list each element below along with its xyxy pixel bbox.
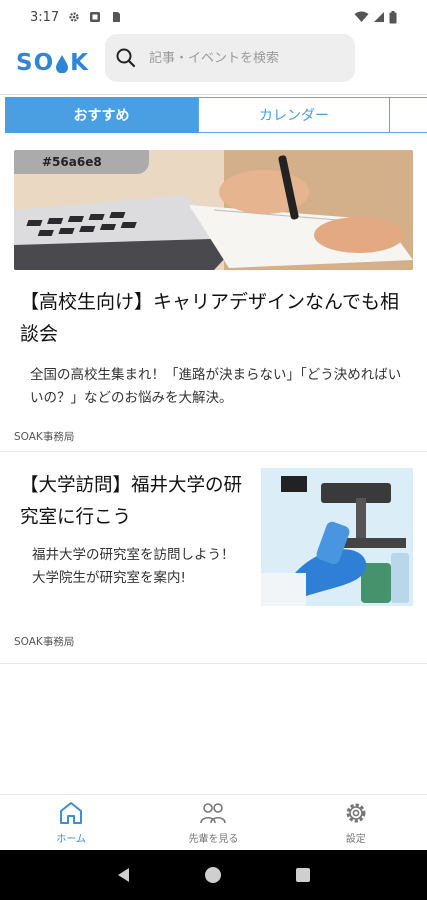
status-time: 3:17 bbox=[30, 9, 60, 25]
screenshot-status-icon bbox=[90, 12, 101, 22]
tab-calendar[interactable]: カレンダー bbox=[198, 97, 390, 133]
nav-home-label: ホーム bbox=[56, 834, 87, 845]
nav-home[interactable]: ホーム bbox=[0, 795, 142, 850]
gear-icon bbox=[346, 803, 366, 823]
article-card[interactable]: #56a6e8 【高校生向け】キャリアデザインなんでも相談会 全国の高校生集まれ… bbox=[0, 138, 427, 452]
wifi-icon bbox=[354, 11, 369, 22]
search-input[interactable] bbox=[149, 50, 339, 66]
article-image-laboratory bbox=[261, 468, 413, 606]
status-bar: 3:17 bbox=[0, 0, 427, 34]
system-navigation-bar bbox=[0, 850, 427, 900]
recents-button[interactable] bbox=[295, 867, 311, 883]
signal-icon bbox=[374, 12, 384, 22]
tab-recommended[interactable]: おすすめ bbox=[5, 97, 198, 133]
search-icon bbox=[116, 48, 136, 68]
article-description: 福井大学の研究室を訪問しよう！ 大学院生が研究室を案内! bbox=[32, 547, 235, 586]
people-icon bbox=[200, 803, 227, 824]
article-title[interactable]: 【大学訪問】福井大学の研究室に行こう bbox=[20, 470, 250, 534]
sim-status-icon bbox=[113, 12, 121, 22]
color-tag-badge: #56a6e8 bbox=[14, 150, 149, 174]
nav-settings-label: 設定 bbox=[345, 834, 366, 845]
home-system-button[interactable] bbox=[204, 866, 222, 884]
battery-icon bbox=[389, 10, 397, 23]
nav-settings[interactable]: 設定 bbox=[285, 795, 427, 850]
article-card[interactable]: 【大学訪問】福井大学の研究室に行こう 福井大学の研究室を訪問しよう！ 大学院生が… bbox=[0, 452, 427, 664]
home-icon bbox=[60, 802, 83, 824]
home-circle-icon bbox=[205, 867, 222, 883]
back-button[interactable] bbox=[116, 867, 132, 883]
nav-seniors[interactable]: 先輩を見る bbox=[142, 795, 284, 850]
bottom-navigation: ホーム 先輩を見る 設定 bbox=[0, 794, 427, 850]
back-triangle-icon bbox=[118, 868, 130, 882]
article-title[interactable]: 【高校生向け】キャリアデザインなんでも相談会 bbox=[14, 286, 413, 350]
app-header: SO K bbox=[0, 34, 427, 92]
lab-photo-illustration bbox=[261, 468, 413, 606]
article-image-laptop-notebook: #56a6e8 bbox=[14, 150, 413, 270]
search-box[interactable] bbox=[105, 34, 355, 82]
settings-status-icon bbox=[69, 12, 79, 22]
tab-overflow[interactable] bbox=[389, 97, 427, 133]
article-feed: #56a6e8 【高校生向け】キャリアデザインなんでも相談会 全国の高校生集まれ… bbox=[0, 138, 427, 664]
drop-icon bbox=[56, 54, 69, 73]
recents-square-icon bbox=[295, 868, 310, 882]
article-author: SOAK事務局 bbox=[14, 431, 75, 443]
article-description: 全国の高校生集まれ！「進路が決まらない」「どう決めればいいの？」などのお悩みを大… bbox=[30, 367, 402, 406]
article-author: SOAK事務局 bbox=[14, 636, 75, 648]
tab-bar: おすすめ カレンダー bbox=[0, 94, 427, 134]
nav-seniors-label: 先輩を見る bbox=[188, 834, 239, 845]
soak-logo[interactable]: SO K bbox=[16, 50, 96, 76]
